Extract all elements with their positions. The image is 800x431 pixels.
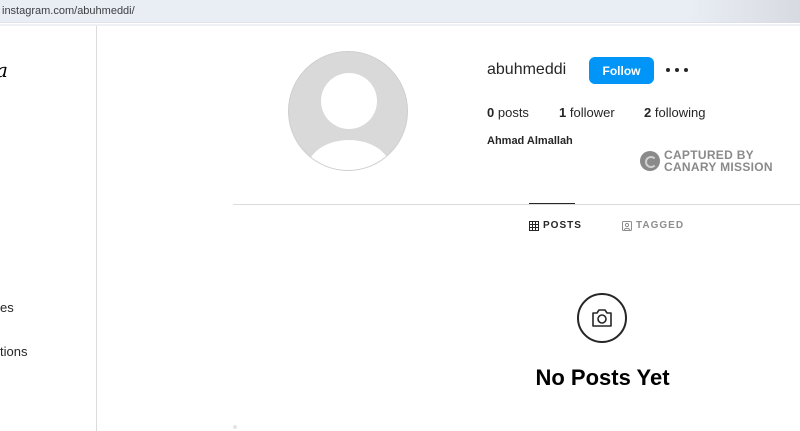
profile-avatar[interactable]: [288, 51, 408, 171]
page-edge-dot: [233, 425, 237, 429]
tab-tagged-label: TAGGED: [636, 220, 685, 231]
url-text[interactable]: instagram.com/abuhmeddi/: [2, 5, 135, 17]
followers-stat[interactable]: 1 follower: [559, 105, 615, 120]
tagged-icon: [622, 220, 632, 231]
posts-count: 0: [487, 105, 495, 120]
avatar-placeholder-head: [321, 73, 377, 129]
followers-label: follower: [569, 105, 615, 120]
camera-icon: [592, 309, 612, 327]
more-options-icon[interactable]: [666, 65, 688, 75]
watermark-line-2: CANARY MISSION: [664, 160, 773, 174]
following-stat[interactable]: 2 following: [644, 105, 705, 120]
following-label: following: [654, 105, 706, 120]
instagram-logo[interactable]: a: [0, 58, 8, 82]
canary-mission-watermark: CAPTURED BY CANARY MISSION: [640, 148, 780, 174]
tab-posts-label: POSTS: [543, 220, 582, 231]
dot: [684, 68, 688, 72]
canary-logo-icon: [640, 151, 660, 171]
toolbar-fade: [690, 0, 800, 23]
top-divider: [0, 24, 800, 26]
following-count: 2: [644, 105, 652, 120]
profile-tabs-divider: [233, 204, 800, 205]
sidebar-item-messages[interactable]: es: [0, 300, 14, 315]
avatar-placeholder-body: [307, 140, 391, 170]
tab-tagged[interactable]: TAGGED: [622, 220, 684, 231]
browser-address-bar[interactable]: instagram.com/abuhmeddi/: [0, 0, 800, 23]
left-sidebar: a es tions: [0, 26, 97, 431]
profile-full-name: Ahmad Almallah: [487, 135, 573, 147]
posts-label: posts: [497, 105, 529, 120]
grid-icon: [529, 220, 539, 231]
posts-count-stat: 0 posts: [487, 105, 529, 120]
empty-state-title: No Posts Yet: [535, 365, 670, 390]
dot: [666, 68, 670, 72]
follow-button[interactable]: Follow: [589, 57, 654, 84]
camera-icon-circle: [577, 293, 627, 343]
followers-count: 1: [559, 105, 567, 120]
sidebar-item-notifications[interactable]: tions: [0, 344, 27, 359]
tab-posts[interactable]: POSTS: [529, 220, 582, 231]
profile-username: abuhmeddi: [487, 61, 567, 78]
active-tab-indicator: [529, 203, 575, 204]
dot: [675, 68, 679, 72]
